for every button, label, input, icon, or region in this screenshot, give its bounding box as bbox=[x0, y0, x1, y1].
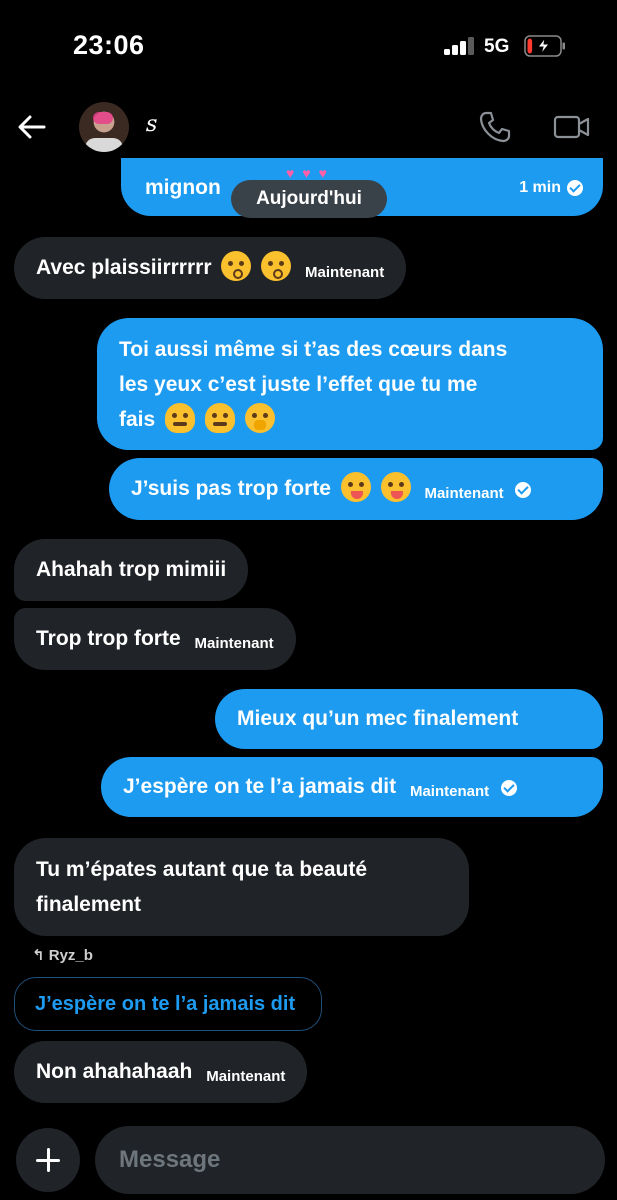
message-line: fais bbox=[119, 408, 156, 431]
signal-strength-icon bbox=[444, 37, 474, 55]
message-bubble-sent[interactable]: J’suis pas trop forte Maintenant bbox=[109, 458, 603, 520]
message-timestamp: Maintenant bbox=[206, 1068, 286, 1085]
message-text: J’suis pas trop forte bbox=[131, 477, 331, 500]
melting-face-icon bbox=[165, 403, 196, 433]
kissing-face-icon bbox=[221, 251, 252, 281]
add-attachment-button[interactable] bbox=[16, 1128, 80, 1192]
message-timestamp: Maintenant bbox=[424, 485, 504, 502]
message-bubble-sent[interactable]: Toi aussi même si t’as des cœurs dans le… bbox=[97, 318, 603, 450]
status-bar: 23:06 5G bbox=[0, 0, 617, 92]
phone-icon[interactable] bbox=[478, 110, 512, 144]
message-bubble-received[interactable]: Tu m’épates autant que ta beauté finalem… bbox=[14, 838, 469, 936]
message-line: les yeux c’est juste l’effet que tu me bbox=[119, 373, 478, 396]
message-text: J’espère on te l’a jamais dit bbox=[123, 775, 397, 798]
message-bubble-received[interactable]: Ahahah trop mimiii bbox=[14, 539, 249, 601]
message-text: mignon bbox=[145, 176, 221, 199]
message-text: Mieux qu’un mec finalement bbox=[237, 707, 519, 730]
network-type: 5G bbox=[484, 36, 510, 57]
reply-username: Ryz_b bbox=[48, 947, 93, 964]
message-timestamp: 1 min bbox=[519, 179, 561, 196]
back-arrow-icon[interactable] bbox=[16, 112, 48, 142]
avatar[interactable] bbox=[79, 102, 129, 152]
message-bubble-received[interactable]: Trop trop forte Maintenant bbox=[14, 608, 296, 670]
contact-name[interactable]: ꜱ bbox=[146, 112, 157, 137]
date-separator: Aujourd'hui bbox=[231, 180, 387, 218]
read-receipt-icon bbox=[500, 780, 517, 796]
kissing-face-icon bbox=[261, 251, 292, 281]
hand-over-mouth-face-icon bbox=[244, 403, 275, 433]
message-line: Toi aussi même si t’as des cœurs dans bbox=[119, 338, 508, 361]
video-camera-icon[interactable] bbox=[553, 112, 591, 142]
melting-face-icon bbox=[204, 403, 235, 433]
message-line: finalement bbox=[36, 893, 142, 916]
message-timestamp: Maintenant bbox=[409, 783, 490, 800]
reply-arrow-icon: ↰ bbox=[32, 947, 45, 964]
message-bubble-sent[interactable]: Mieux qu’un mec finalement bbox=[215, 689, 603, 749]
message-bubble-received[interactable]: Non ahahahaah Maintenant bbox=[14, 1041, 308, 1103]
message-timestamp: Maintenant bbox=[305, 264, 385, 281]
zany-face-icon bbox=[380, 472, 411, 502]
message-text: Non ahahahaah bbox=[36, 1060, 193, 1083]
message-timestamp: Maintenant bbox=[194, 635, 274, 652]
status-time: 23:06 bbox=[73, 30, 145, 60]
message-bubble-sent[interactable]: J’espère on te l’a jamais dit Maintenant bbox=[101, 757, 603, 817]
message-text: Trop trop forte bbox=[36, 627, 181, 650]
message-bubble-received[interactable]: Avec plaissiirrrrrr Maintenant bbox=[14, 237, 407, 299]
message-text: Ahahah trop mimiii bbox=[36, 558, 227, 581]
message-input[interactable] bbox=[95, 1126, 605, 1194]
message-text: Avec plaissiirrrrrr bbox=[36, 256, 212, 279]
message-line: Tu m’épates autant que ta beauté bbox=[36, 858, 368, 881]
heart-emoji-icon: ♥♥♥ bbox=[286, 165, 335, 181]
read-receipt-icon bbox=[567, 180, 583, 196]
quoted-message[interactable]: J’espère on te l’a jamais dit bbox=[14, 977, 322, 1031]
zany-face-icon bbox=[340, 472, 371, 502]
battery-charging-icon bbox=[524, 35, 565, 57]
reply-context: ↰ Ryz_b bbox=[32, 946, 93, 964]
read-receipt-icon bbox=[515, 482, 532, 498]
